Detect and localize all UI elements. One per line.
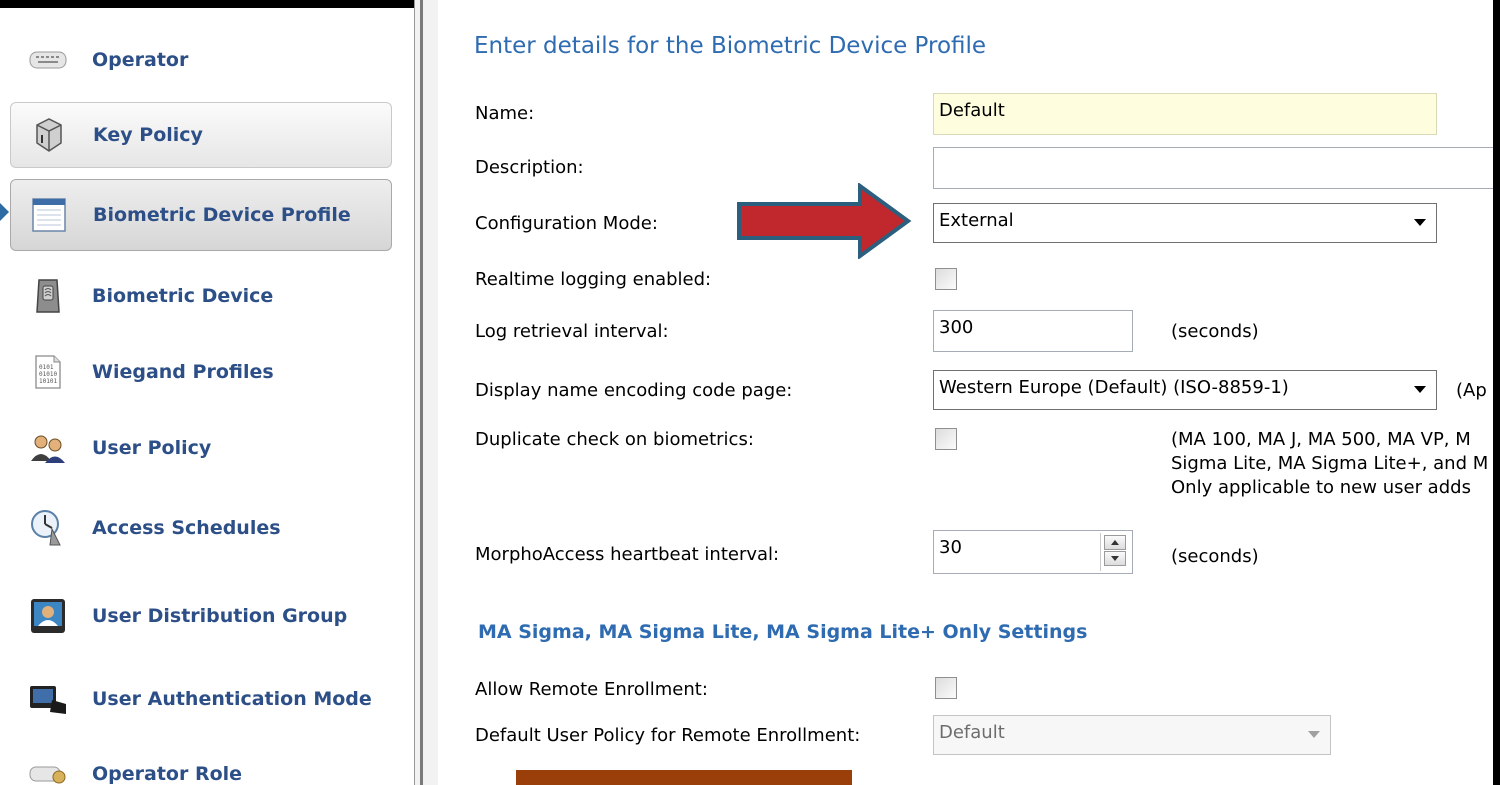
sidebar-item-label: User Policy bbox=[92, 436, 212, 459]
sidebar-item-label: Operator Role bbox=[92, 762, 243, 785]
realtime-logging-label: Realtime logging enabled: bbox=[475, 269, 712, 290]
users-icon bbox=[28, 428, 68, 468]
increment-button[interactable] bbox=[1104, 535, 1126, 550]
binary-document-icon: 0101 01010 10101 bbox=[28, 352, 68, 392]
svg-text:01010: 01010 bbox=[39, 371, 57, 378]
biometric-device-icon bbox=[28, 276, 68, 316]
sidebar-item-label: Operator bbox=[92, 48, 189, 71]
chevron-up-icon bbox=[1111, 540, 1119, 545]
sidebar-item-key-policy[interactable]: Key Policy bbox=[10, 102, 392, 168]
log-interval-field[interactable]: 300 bbox=[933, 310, 1133, 352]
remote-enrollment-label: Allow Remote Enrollment: bbox=[475, 679, 708, 700]
duplicate-note-line2: Sigma Lite, MA Sigma Lite+, and M bbox=[1171, 453, 1489, 474]
sidebar: Operator Key Policy Biometric Device Pro… bbox=[0, 8, 414, 785]
annotation-bar bbox=[516, 770, 852, 785]
section-title: MA Sigma, MA Sigma Lite, MA Sigma Lite+ … bbox=[478, 621, 1088, 643]
svg-text:0101: 0101 bbox=[39, 364, 54, 371]
sidebar-item-access-schedules[interactable]: Access Schedules bbox=[10, 504, 390, 552]
sidebar-item-user-authentication-mode[interactable]: User Authentication Mode bbox=[10, 669, 390, 729]
code-page-select[interactable]: Western Europe (Default) (ISO-8859-1) bbox=[933, 370, 1437, 410]
default-policy-value: Default bbox=[939, 722, 1005, 743]
chevron-down-icon bbox=[1111, 556, 1119, 561]
code-page-note: (Ap bbox=[1456, 380, 1487, 401]
chevron-down-icon bbox=[1414, 219, 1426, 226]
log-interval-label: Log retrieval interval: bbox=[475, 321, 669, 342]
default-policy-label: Default User Policy for Remote Enrollmen… bbox=[475, 725, 861, 746]
code-page-value: Western Europe (Default) (ISO-8859-1) bbox=[939, 377, 1289, 398]
sidebar-item-label: Biometric Device bbox=[92, 284, 274, 307]
schedule-clock-icon bbox=[28, 508, 68, 548]
sidebar-item-label: User Distribution Group bbox=[92, 604, 348, 627]
active-item-marker bbox=[0, 203, 9, 221]
name-label: Name: bbox=[475, 103, 535, 124]
sidebar-item-operator[interactable]: Operator bbox=[10, 36, 390, 84]
heartbeat-label: MorphoAccess heartbeat interval: bbox=[475, 544, 780, 565]
operator-role-icon bbox=[28, 754, 68, 785]
sidebar-item-wiegand-profiles[interactable]: 0101 01010 10101 Wiegand Profiles bbox=[10, 348, 390, 396]
description-label: Description: bbox=[475, 157, 584, 178]
sidebar-item-user-distribution-group[interactable]: User Distribution Group bbox=[10, 586, 390, 646]
duplicate-note-line3: Only applicable to new user adds bbox=[1171, 477, 1471, 498]
heartbeat-unit: (seconds) bbox=[1171, 546, 1259, 567]
sidebar-item-label: Biometric Device Profile bbox=[93, 203, 351, 226]
sidebar-item-label: User Authentication Mode bbox=[92, 687, 372, 710]
realtime-logging-checkbox[interactable] bbox=[935, 268, 957, 290]
heartbeat-stepper[interactable]: 30 bbox=[933, 530, 1133, 574]
remote-enrollment-checkbox[interactable] bbox=[935, 677, 957, 699]
splitter[interactable] bbox=[414, 0, 439, 785]
duplicate-note-line1: (MA 100, MA J, MA 500, MA VP, M bbox=[1171, 429, 1471, 450]
svg-text:10101: 10101 bbox=[39, 378, 57, 385]
sidebar-item-operator-role[interactable]: Operator Role bbox=[10, 754, 390, 785]
sidebar-item-biometric-device[interactable]: Biometric Device bbox=[10, 272, 390, 320]
user-distribution-icon bbox=[28, 596, 68, 636]
stepper-buttons bbox=[1100, 533, 1130, 571]
authentication-icon bbox=[28, 679, 68, 719]
profile-form: Enter details for the Biometric Device P… bbox=[438, 0, 1493, 785]
code-page-label: Display name encoding code page: bbox=[475, 380, 793, 401]
sidebar-item-label: Key Policy bbox=[93, 123, 203, 146]
annotation-arrow bbox=[737, 183, 912, 259]
keyboard-icon bbox=[28, 40, 68, 80]
profile-window-icon bbox=[29, 195, 69, 235]
decrement-button[interactable] bbox=[1104, 551, 1126, 566]
configuration-mode-label: Configuration Mode: bbox=[475, 213, 658, 234]
default-policy-select[interactable]: Default bbox=[933, 715, 1331, 755]
configuration-mode-select[interactable]: External bbox=[933, 203, 1437, 243]
chevron-down-icon bbox=[1308, 731, 1320, 738]
chevron-down-icon bbox=[1414, 386, 1426, 393]
window-edge bbox=[1493, 0, 1500, 785]
page-title: Enter details for the Biometric Device P… bbox=[474, 33, 987, 59]
duplicate-check-checkbox[interactable] bbox=[935, 428, 957, 450]
name-field[interactable]: Default bbox=[933, 93, 1437, 135]
heartbeat-value: 30 bbox=[939, 537, 962, 558]
description-field[interactable] bbox=[933, 147, 1493, 189]
log-interval-unit: (seconds) bbox=[1171, 321, 1259, 342]
sidebar-item-user-policy[interactable]: User Policy bbox=[10, 424, 390, 472]
duplicate-check-label: Duplicate check on biometrics: bbox=[475, 429, 754, 450]
key-policy-icon bbox=[29, 115, 69, 155]
sidebar-item-biometric-device-profile[interactable]: Biometric Device Profile bbox=[10, 179, 392, 251]
configuration-mode-value: External bbox=[939, 210, 1014, 231]
sidebar-item-label: Wiegand Profiles bbox=[92, 360, 274, 383]
sidebar-item-label: Access Schedules bbox=[92, 516, 281, 539]
